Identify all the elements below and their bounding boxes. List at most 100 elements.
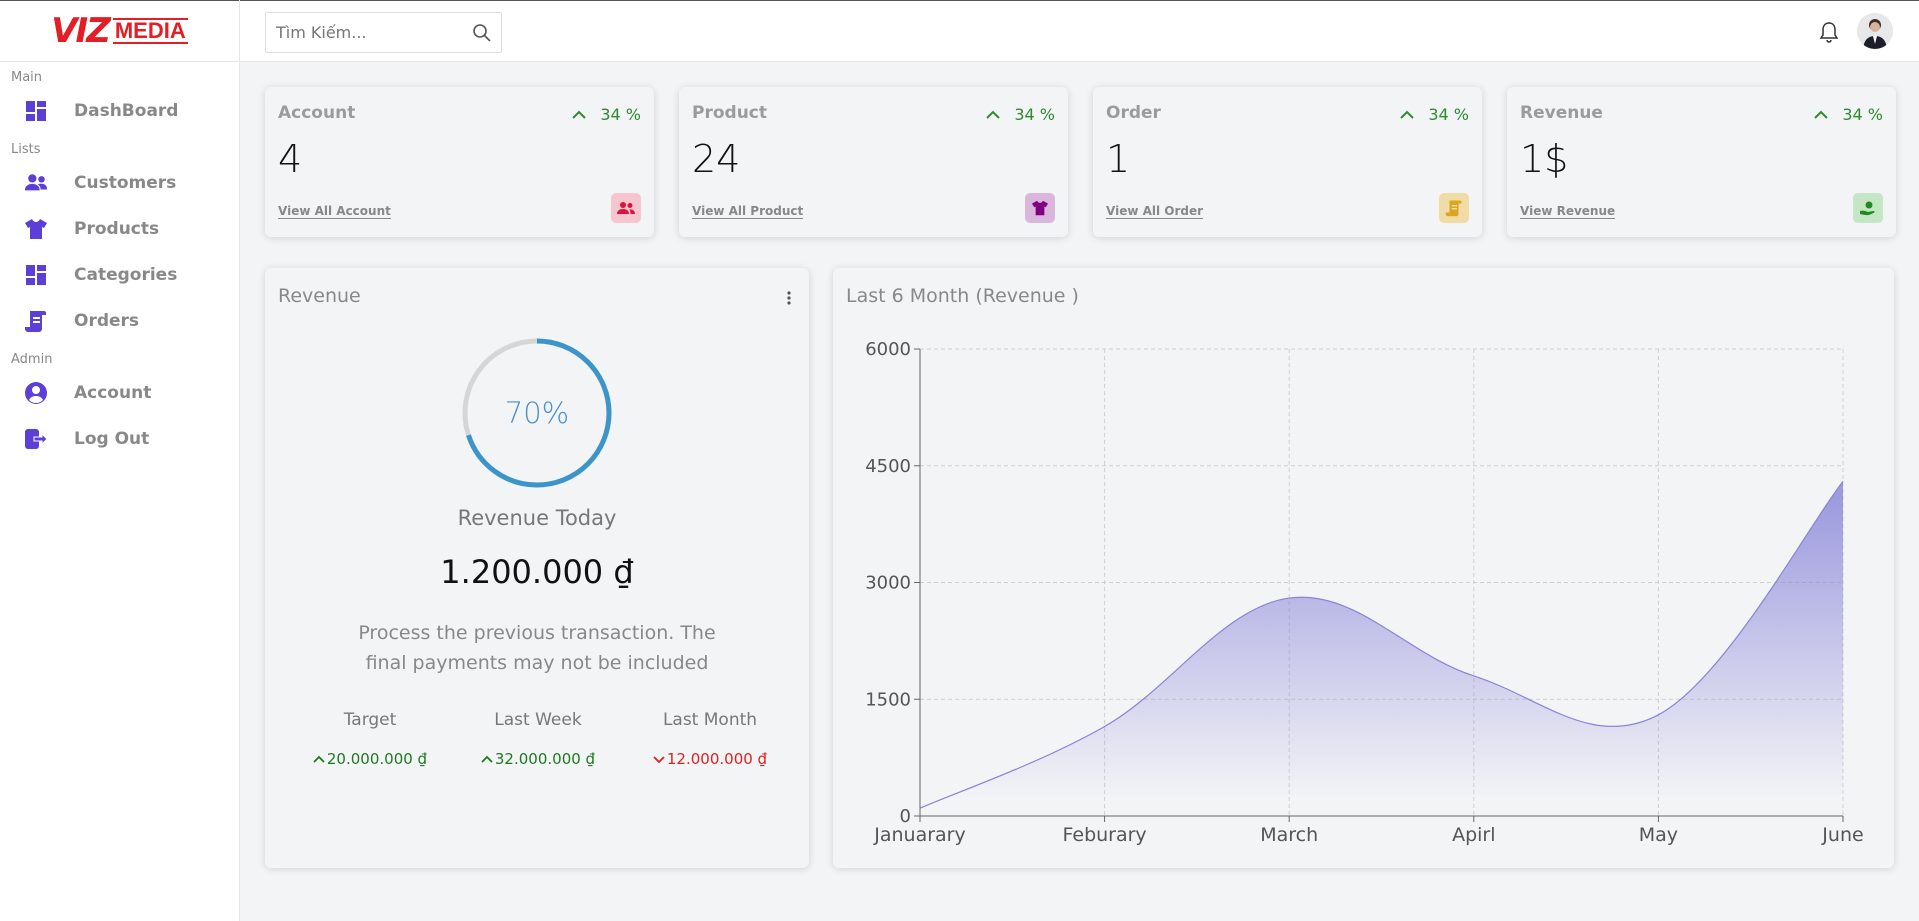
widget-link[interactable]: View All Product — [692, 204, 804, 219]
featured-description: Process the previous transaction. The fi… — [358, 622, 716, 674]
chevron-up-icon — [1814, 110, 1829, 119]
sidebar-item-label: DashBoard — [74, 101, 179, 121]
chevron-up-icon — [313, 755, 325, 763]
categories-icon — [24, 263, 48, 287]
chevron-up-icon — [481, 755, 493, 763]
summary-value-text: 12.000.000 ₫ — [666, 750, 768, 768]
x-tick-label: May — [1639, 824, 1678, 846]
sidebar-item-account[interactable]: Account — [0, 370, 239, 416]
summary-value: 32.000.000 ₫ — [463, 750, 613, 768]
tshirt-icon — [1025, 193, 1055, 223]
top-navbar — [240, 0, 1919, 62]
y-tick-label: 6000 — [865, 339, 911, 360]
sidebar-section-admin: Admin — [11, 352, 53, 367]
summary-value-text: 32.000.000 ₫ — [494, 750, 596, 768]
widget-value: 1$ — [1520, 137, 1569, 181]
summary-label: Target — [343, 710, 397, 730]
sidebar-item-customers[interactable]: Customers — [0, 160, 239, 206]
widget-title: Revenue — [1520, 103, 1603, 123]
sidebar-item-label: Log Out — [74, 429, 150, 449]
user-avatar[interactable] — [1857, 13, 1893, 49]
x-tick-label: June — [1821, 824, 1863, 846]
featured-revenue-card: Revenue 70% Revenue Today 1.200.000 ₫ Pr… — [265, 268, 809, 868]
main-content: Account 34 % 4 View All Account Product … — [240, 62, 1919, 921]
summary-value-text: 20.000.000 ₫ — [326, 750, 428, 768]
sidebar: VIZ MEDIA Main DashBoard Lists Customers… — [0, 0, 240, 921]
chevron-up-icon — [986, 110, 1001, 119]
sidebar-item-label: Customers — [74, 173, 177, 193]
summary-last-week: Last Week 32.000.000 ₫ — [463, 710, 613, 768]
more-vertical-icon[interactable] — [787, 290, 791, 309]
chevron-up-icon — [572, 110, 587, 119]
x-tick-label: Feburary — [1062, 824, 1146, 846]
widget-order: Order 34 % 1 View All Order — [1093, 87, 1482, 237]
logo-main-text: VIZ — [51, 11, 111, 51]
sidebar-item-orders[interactable]: Orders — [0, 298, 239, 344]
dashboard-icon — [24, 99, 48, 123]
sidebar-item-label: Account — [74, 383, 152, 403]
featured-title: Revenue — [278, 285, 361, 307]
y-tick-label: 1500 — [865, 689, 911, 710]
widget-percentage-value: 34 % — [600, 105, 641, 124]
sidebar-item-logout[interactable]: Log Out — [0, 416, 239, 462]
widget-account: Account 34 % 4 View All Account — [265, 87, 654, 237]
chevron-up-icon — [1400, 110, 1415, 119]
sidebar-section-main: Main — [11, 70, 43, 85]
x-tick-label: Januarary — [873, 824, 965, 846]
area-fill — [920, 481, 1843, 816]
featured-subtitle: Revenue Today — [457, 506, 617, 530]
x-tick-label: Apirl — [1452, 824, 1495, 846]
widget-percentage: 34 % — [986, 105, 1055, 124]
widget-title: Order — [1106, 103, 1161, 123]
chevron-down-icon — [653, 755, 665, 763]
widget-link[interactable]: View All Account — [278, 204, 391, 219]
y-tick-label: 3000 — [865, 573, 911, 594]
widget-revenue: Revenue 34 % 1$ View Revenue — [1507, 87, 1896, 237]
widget-percentage-value: 34 % — [1428, 105, 1469, 124]
widget-value: 1 — [1106, 137, 1131, 181]
receipt-icon — [1439, 193, 1469, 223]
money-icon — [1853, 193, 1883, 223]
featured-amount: 1.200.000 ₫ — [440, 553, 634, 591]
account-icon — [24, 381, 48, 405]
sidebar-item-label: Products — [74, 219, 160, 239]
widget-value: 24 — [692, 137, 741, 181]
sidebar-item-products[interactable]: Products — [0, 206, 239, 252]
revenue-area-chart: 01500300045006000Januarary Feburary March A… — [865, 339, 1864, 846]
brand-logo[interactable]: VIZ MEDIA — [51, 11, 188, 51]
sidebar-section-lists: Lists — [11, 142, 41, 157]
summary-label: Last Week — [494, 710, 582, 730]
notification-bell-icon[interactable] — [1819, 21, 1839, 47]
summary-value: 12.000.000 ₫ — [635, 750, 785, 768]
search-input[interactable] — [266, 23, 461, 42]
summary-value: 20.000.000 ₫ — [295, 750, 445, 768]
x-tick-label: March — [1260, 824, 1318, 846]
users-icon — [611, 193, 641, 223]
orders-icon — [24, 309, 48, 333]
search-icon[interactable] — [472, 23, 492, 47]
summary-label: Last Month — [662, 710, 758, 730]
widget-title: Product — [692, 103, 767, 123]
summary-target: Target 20.000.000 ₫ — [295, 710, 445, 768]
widget-product: Product 34 % 24 View All Product — [679, 87, 1068, 237]
logo-sub-text: MEDIA — [112, 18, 188, 44]
widget-percentage-value: 34 % — [1014, 105, 1055, 124]
tshirt-icon — [24, 217, 48, 241]
widget-percentage: 34 % — [1400, 105, 1469, 124]
sidebar-item-dashboard[interactable]: DashBoard — [0, 88, 239, 134]
widget-title: Account — [278, 103, 356, 123]
customers-icon — [24, 171, 48, 195]
search-box — [265, 12, 502, 53]
widget-link[interactable]: View Revenue — [1520, 204, 1616, 219]
widget-link[interactable]: View All Order — [1106, 204, 1204, 219]
widget-percentage-value: 34 % — [1842, 105, 1883, 124]
y-tick-label: 4500 — [865, 456, 911, 477]
sidebar-item-categories[interactable]: Categories — [0, 252, 239, 298]
progress-ring-label: 70% — [504, 396, 570, 430]
sidebar-item-label: Categories — [74, 265, 178, 285]
sidebar-item-label: Orders — [74, 311, 140, 331]
widget-percentage: 34 % — [572, 105, 641, 124]
logo-area: VIZ MEDIA — [0, 0, 239, 62]
widget-value: 4 — [278, 137, 303, 181]
revenue-chart-card: Last 6 Month (Revenue ) 0 1500 3000 4500 600… — [833, 268, 1894, 868]
